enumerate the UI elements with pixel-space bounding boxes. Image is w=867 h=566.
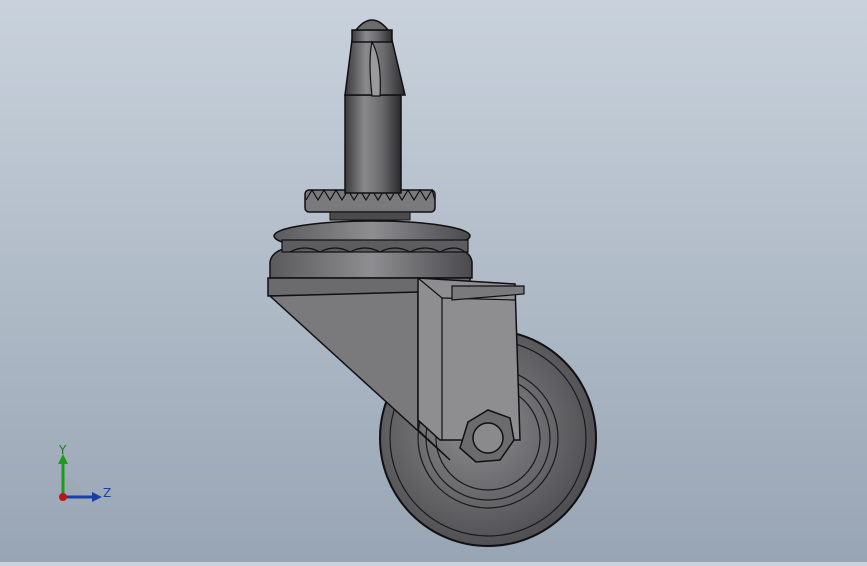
orientation-triad: Y Z: [50, 440, 120, 510]
bearing-race[interactable]: [273, 220, 471, 253]
triad-plane: [63, 477, 83, 497]
graphics-viewport[interactable]: [0, 0, 867, 562]
serrated-washer[interactable]: [304, 188, 436, 221]
stem[interactable]: [344, 19, 406, 194]
triad-y-label: Y: [58, 443, 67, 457]
triad-z-arrow: [92, 492, 102, 502]
caster-model[interactable]: [0, 0, 867, 562]
triad-x-origin: [59, 493, 67, 501]
triad-z-label: Z: [103, 486, 111, 500]
fork-leg[interactable]: [417, 277, 525, 441]
